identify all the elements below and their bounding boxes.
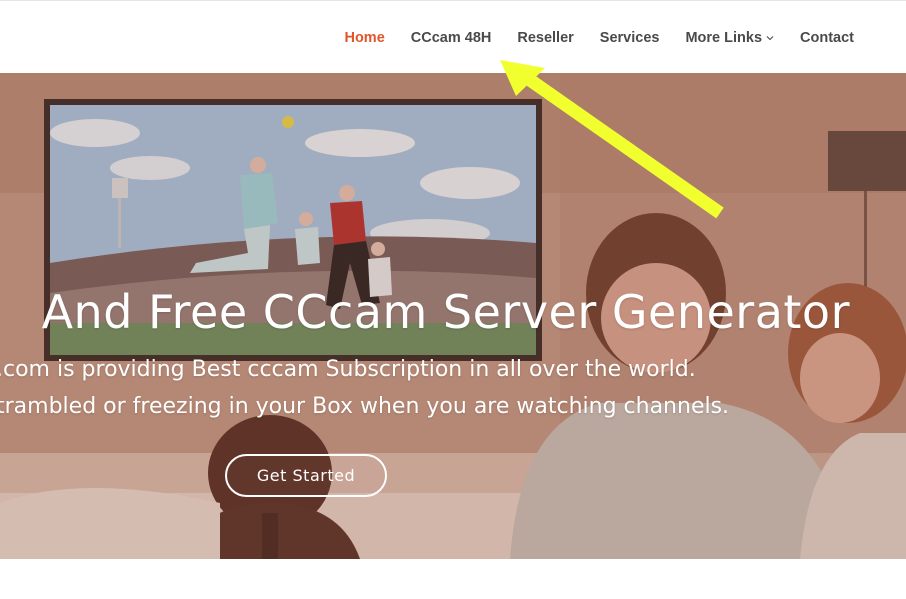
hero-subtitle-line-1: .com is providing Best cccam Subscriptio… <box>0 357 696 382</box>
get-started-button[interactable]: Get Started <box>225 454 387 497</box>
nav-home[interactable]: Home <box>344 30 384 46</box>
nav-more-links-label: More Links <box>685 29 763 46</box>
nav-services[interactable]: Services <box>600 30 660 46</box>
nav-contact[interactable]: Contact <box>800 30 854 46</box>
site-header: Home CCcam 48H Reseller Services More Li… <box>0 0 906 73</box>
hero-title: And Free CCcam Server Generator <box>41 285 850 339</box>
nav-more-links[interactable]: More Links <box>685 30 774 46</box>
hero-subtitle-line-2: trambled or freezing in your Box when yo… <box>0 394 730 419</box>
chevron-down-icon <box>766 35 774 40</box>
main-nav: Home CCcam 48H Reseller Services More Li… <box>344 1 854 74</box>
nav-cccam-48h[interactable]: CCcam 48H <box>411 30 492 46</box>
hero-section: And Free CCcam Server Generator .com is … <box>0 73 906 559</box>
page: Home CCcam 48H Reseller Services More Li… <box>0 0 906 599</box>
nav-reseller[interactable]: Reseller <box>517 30 573 46</box>
